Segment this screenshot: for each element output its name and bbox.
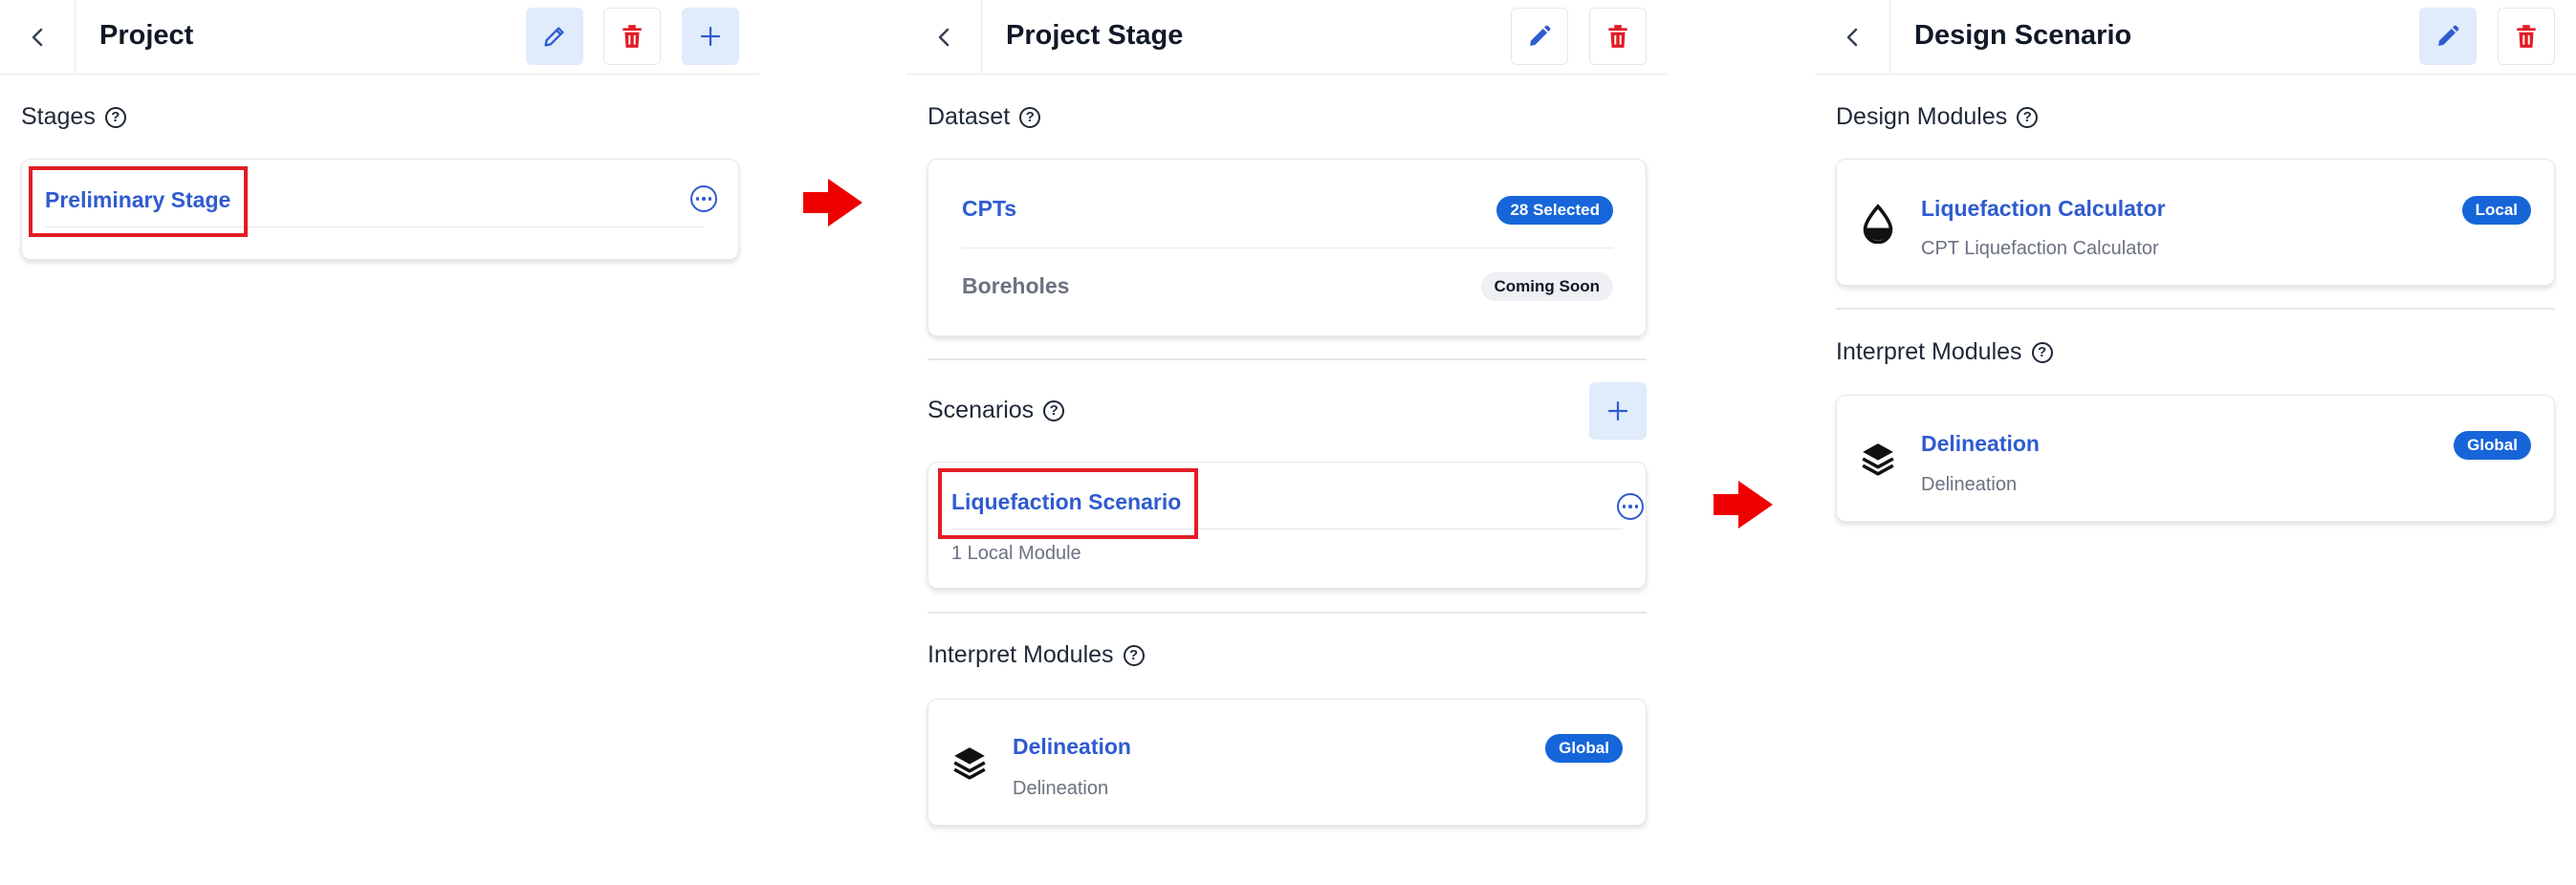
- more-icon[interactable]: [1617, 493, 1644, 520]
- section-divider: [928, 358, 1647, 360]
- arrow-right-icon: [803, 179, 862, 227]
- plus-icon: [700, 26, 721, 47]
- scenario-module-count: 1 Local Module: [951, 543, 1081, 564]
- scenarios-section-header: Scenarios ?: [928, 397, 1065, 424]
- design-scenario-panel: Design Scenario Design Modules ? Liquefa…: [1815, 0, 2576, 885]
- coming-soon-badge: Coming Soon: [1480, 272, 1613, 301]
- delete-button[interactable]: [603, 8, 661, 65]
- droplet-icon: [1858, 203, 1898, 245]
- chevron-left-icon: [32, 28, 43, 47]
- section-title: Interpret Modules: [928, 641, 1114, 668]
- edit-button[interactable]: [1511, 8, 1568, 65]
- chevron-left-icon: [938, 28, 950, 47]
- header-divider: [1889, 0, 1890, 75]
- dataset-item-cpts[interactable]: CPTs: [962, 196, 1016, 222]
- help-icon[interactable]: ?: [104, 106, 126, 128]
- section-title: Design Modules: [1836, 103, 2008, 130]
- dataset-item-boreholes: Boreholes: [962, 273, 1070, 298]
- selected-count-badge: 28 Selected: [1496, 196, 1613, 225]
- module-name[interactable]: Delineation: [1921, 431, 2040, 457]
- highlight-box: [938, 468, 1198, 539]
- section-title: Scenarios: [928, 397, 1035, 423]
- help-icon[interactable]: ?: [2017, 106, 2039, 128]
- back-button[interactable]: [924, 18, 964, 56]
- project-stage-header: Project Stage: [906, 0, 1667, 75]
- edit-button[interactable]: [2419, 8, 2477, 65]
- section-title: Stages: [21, 103, 96, 130]
- design-modules-section-header: Design Modules ?: [1836, 103, 2039, 131]
- pencil-icon: [1530, 25, 1551, 46]
- interpret-module-card[interactable]: Delineation Delineation Global: [1836, 395, 2555, 522]
- interpret-module-card[interactable]: Delineation Delineation Global: [928, 699, 1647, 826]
- delete-button[interactable]: [1589, 8, 1647, 65]
- local-badge: Local: [2461, 196, 2531, 225]
- project-stage-panel: Project Stage Dataset ? CPTs 28 Selected…: [906, 0, 1667, 885]
- interpret-modules-section-header: Interpret Modules ?: [1836, 338, 2053, 366]
- global-badge: Global: [1545, 734, 1623, 763]
- module-description: Delineation: [1013, 778, 1109, 799]
- project-panel: Project Stages ? Preliminary Stage: [0, 0, 759, 885]
- pencil-icon: [2438, 25, 2459, 46]
- design-module-card[interactable]: Liquefaction Calculator CPT Liquefaction…: [1836, 159, 2555, 286]
- module-description: CPT Liquefaction Calculator: [1921, 238, 2159, 259]
- interpret-modules-section-header: Interpret Modules ?: [928, 641, 1145, 669]
- section-divider: [1836, 308, 2555, 310]
- dataset-section-header: Dataset ?: [928, 103, 1041, 131]
- module-name[interactable]: Delineation: [1013, 734, 1131, 760]
- trash-icon: [622, 25, 642, 48]
- plus-icon: [1607, 400, 1628, 421]
- section-divider: [928, 612, 1647, 614]
- page-title: Design Scenario: [1914, 20, 2132, 51]
- add-scenario-button[interactable]: [1589, 382, 1647, 440]
- section-title: Dataset: [928, 103, 1011, 130]
- edit-button[interactable]: [526, 8, 583, 65]
- section-title: Interpret Modules: [1836, 338, 2022, 365]
- module-description: Delineation: [1921, 474, 2018, 495]
- help-icon[interactable]: ?: [2031, 341, 2053, 363]
- arrow-right-icon: [1714, 481, 1773, 529]
- pencil-icon: [544, 27, 564, 47]
- add-stage-button[interactable]: [682, 8, 739, 65]
- header-divider: [981, 0, 982, 75]
- page-title: Project: [99, 20, 194, 51]
- highlight-box: [29, 166, 248, 237]
- page-title: Project Stage: [1006, 20, 1184, 51]
- chevron-left-icon: [1846, 28, 1858, 47]
- delete-button[interactable]: [2498, 8, 2555, 65]
- module-name[interactable]: Liquefaction Calculator: [1921, 196, 2166, 222]
- help-icon[interactable]: ?: [1123, 644, 1145, 666]
- global-badge: Global: [2454, 431, 2531, 460]
- help-icon[interactable]: ?: [1019, 106, 1041, 128]
- layers-icon: [1858, 439, 1898, 479]
- help-icon[interactable]: ?: [1043, 399, 1065, 421]
- back-button[interactable]: [1832, 18, 1872, 56]
- layers-icon: [950, 743, 990, 783]
- more-icon[interactable]: [690, 185, 717, 212]
- trash-icon: [2517, 25, 2536, 48]
- trash-icon: [1608, 25, 1627, 48]
- back-button[interactable]: [17, 18, 57, 56]
- stages-section-header: Stages ?: [21, 103, 126, 131]
- dataset-card: CPTs 28 Selected Boreholes Coming Soon: [928, 159, 1647, 336]
- header-divider: [75, 0, 76, 75]
- design-scenario-header: Design Scenario: [1815, 0, 2576, 75]
- project-header: Project: [0, 0, 759, 75]
